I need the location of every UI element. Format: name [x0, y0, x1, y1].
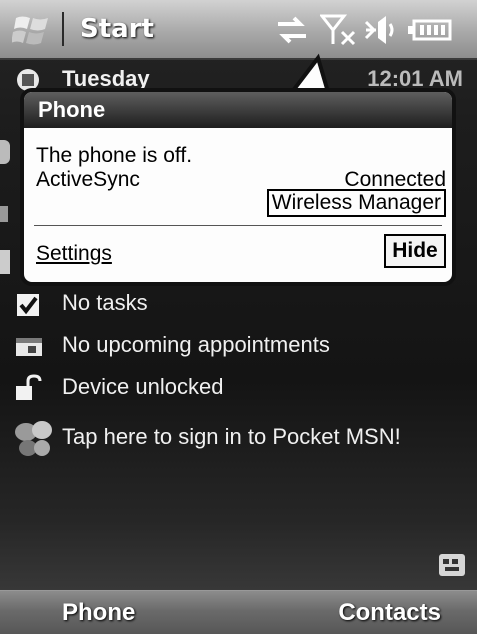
tasks-label: No tasks	[62, 290, 148, 315]
device-lock-label: Device unlocked	[62, 374, 224, 399]
wireless-manager-link[interactable]: Wireless Manager	[266, 189, 446, 217]
tasks-row[interactable]: No tasks	[0, 284, 477, 324]
contacts-softkey[interactable]: Contacts	[338, 599, 441, 627]
hidden-row-icon	[0, 206, 8, 222]
appointments-row[interactable]: No upcoming appointments	[0, 326, 477, 366]
hide-button[interactable]: Hide	[384, 234, 446, 268]
popup-header: Phone	[24, 92, 452, 128]
calendar-icon	[16, 338, 42, 356]
msn-butterfly-icon	[15, 421, 52, 456]
popup-title: Phone	[38, 97, 106, 122]
hidden-row-icon	[0, 250, 10, 274]
popup-divider	[34, 225, 442, 226]
checkbox-tasks-icon	[17, 294, 39, 316]
activesync-label: ActiveSync	[36, 168, 140, 191]
phone-status-message: The phone is off.	[36, 144, 193, 167]
settings-link[interactable]: Settings	[36, 242, 112, 266]
phone-notification-popup: Phone The phone is off. ActiveSync Conne…	[20, 88, 456, 286]
appointments-label: No upcoming appointments	[62, 332, 330, 357]
today-screen: Start Tuesday 12:01 AM No tasks No upcom…	[0, 0, 477, 634]
unlock-icon	[16, 374, 42, 400]
device-lock-row[interactable]: Device unlocked	[0, 368, 477, 408]
phone-softkey[interactable]: Phone	[62, 599, 135, 627]
softkey-bar: Phone Contacts	[0, 590, 477, 634]
input-panel-icon[interactable]	[436, 548, 470, 582]
msn-row[interactable]: Tap here to sign in to Pocket MSN!	[0, 414, 477, 464]
msn-label: Tap here to sign in to Pocket MSN!	[62, 424, 401, 449]
hidden-row-icon	[0, 140, 10, 164]
